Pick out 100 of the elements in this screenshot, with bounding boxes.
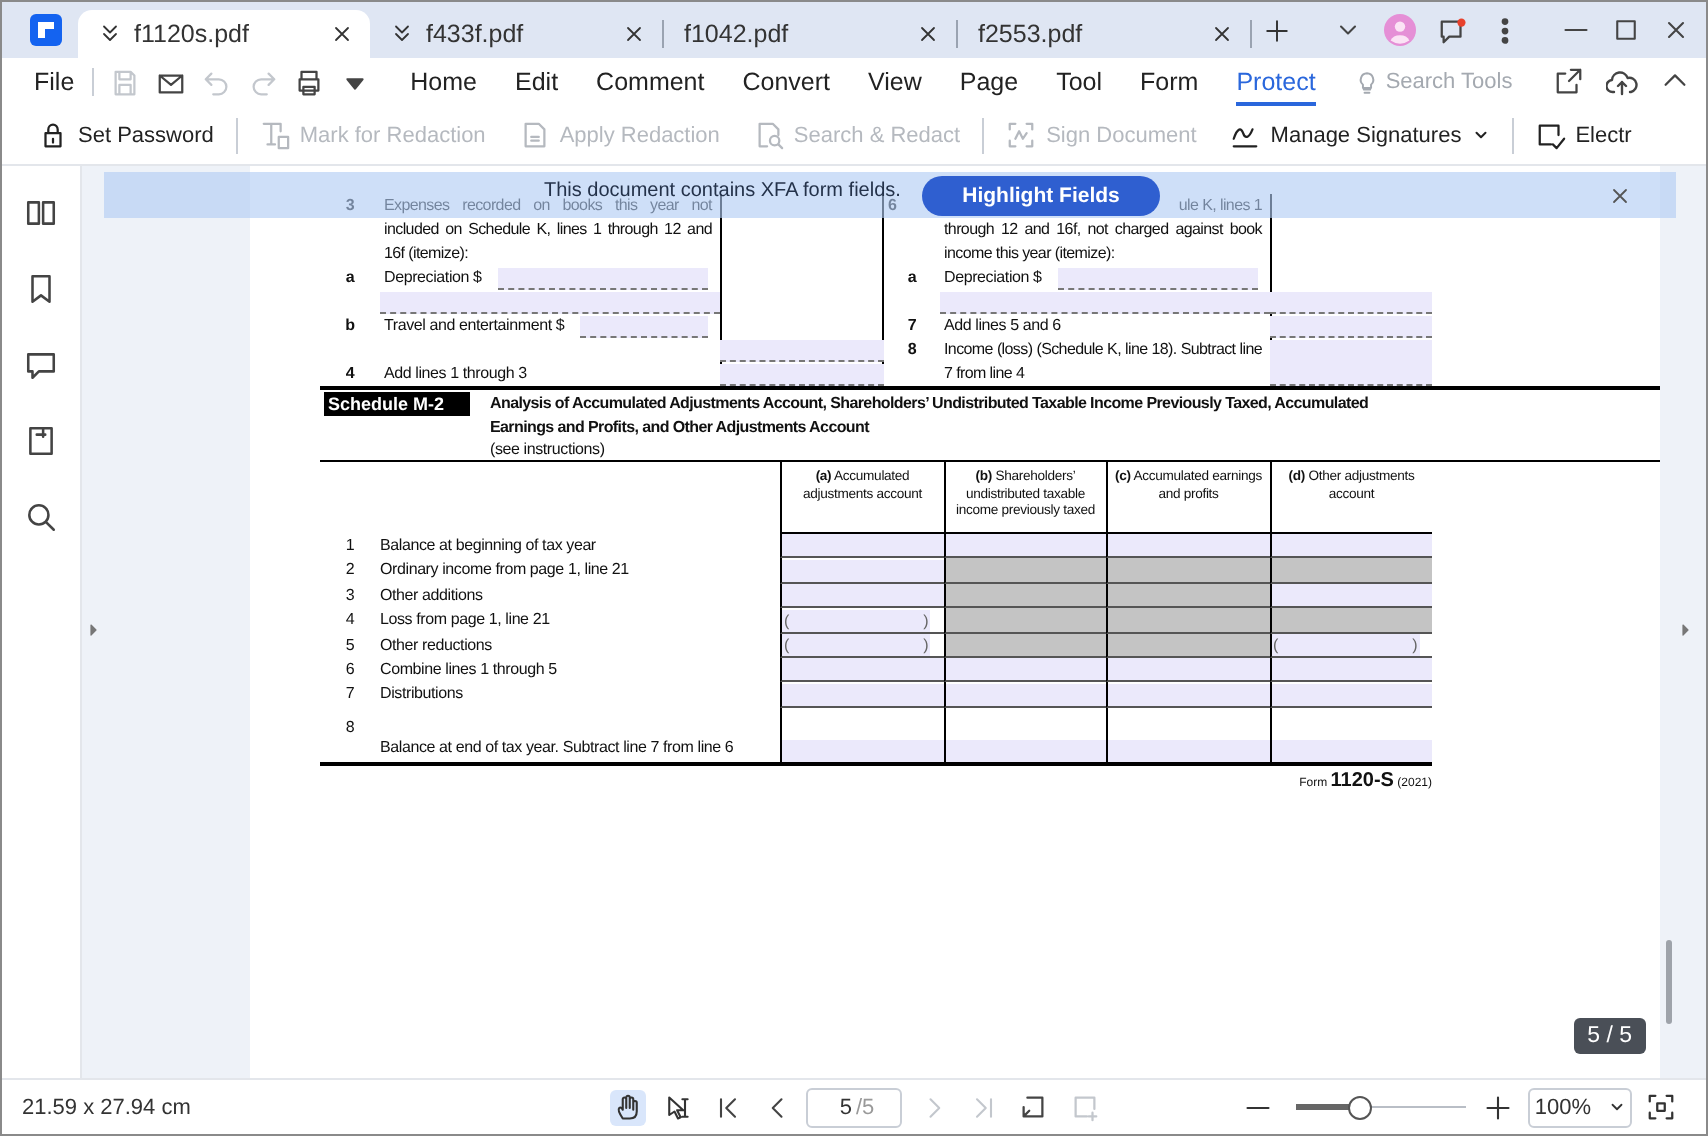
input-field[interactable] [1108, 534, 1269, 557]
input-field[interactable] [1271, 683, 1432, 706]
chevron-icon[interactable] [98, 22, 122, 46]
line-number: 7 [343, 682, 357, 707]
input-field[interactable] [1271, 584, 1432, 607]
close-icon[interactable] [1662, 16, 1690, 44]
highlight-fields-button[interactable]: Highlight Fields [922, 175, 1160, 215]
input-field[interactable] [945, 683, 1106, 706]
input-field[interactable]: ( ) [1271, 633, 1420, 656]
comment-icon[interactable] [24, 348, 58, 382]
form-label: Balance at end of tax year. Subtract line 7 from line 6 [380, 736, 736, 761]
input-field[interactable] [940, 292, 1270, 314]
cloud-upload-icon[interactable] [1606, 66, 1638, 98]
zoom-slider[interactable] [1296, 1095, 1466, 1119]
print-icon[interactable] [294, 67, 325, 97]
close-icon[interactable] [1608, 183, 1632, 207]
input-field[interactable] [1270, 292, 1432, 314]
app-logo[interactable] [30, 14, 62, 46]
input-field[interactable] [945, 534, 1106, 557]
input-field[interactable] [1108, 739, 1269, 762]
form-label: Add lines 1 through 3 [382, 362, 529, 386]
input-field[interactable] [1271, 739, 1432, 762]
scrollbar-thumb[interactable] [1666, 940, 1672, 1024]
input-field[interactable] [1108, 658, 1269, 681]
input-field[interactable] [945, 658, 1106, 681]
expand-right-icon[interactable] [1678, 622, 1694, 638]
slider-thumb[interactable] [1348, 1095, 1373, 1119]
close-icon[interactable] [1210, 22, 1234, 46]
thumbnails-icon[interactable] [24, 196, 58, 230]
menu-item[interactable]: Home [410, 58, 477, 106]
lock-icon[interactable] [38, 120, 68, 150]
document-check-icon[interactable] [1535, 120, 1566, 150]
line-number: b [343, 314, 357, 338]
toolbar-button[interactable]: Set Password [38, 111, 214, 159]
notification-icon[interactable] [1438, 15, 1468, 45]
input-field[interactable] [782, 658, 943, 681]
input-field[interactable] [1108, 683, 1269, 706]
menu-item[interactable]: Tool [1056, 58, 1103, 106]
zoom-select[interactable]: 100% [1528, 1087, 1632, 1127]
input-field[interactable] [1057, 268, 1258, 290]
page-rotate-icon[interactable] [1018, 1092, 1048, 1122]
input-field[interactable] [580, 316, 708, 338]
caret-icon[interactable] [1471, 126, 1490, 144]
tab[interactable]: f2553.pdf [958, 10, 1250, 58]
input-field[interactable] [1270, 316, 1432, 338]
input-field[interactable] [782, 559, 943, 582]
input-field[interactable] [720, 340, 884, 362]
input-field[interactable] [720, 364, 884, 386]
search-field[interactable]: Search Tools [1385, 70, 1534, 94]
input-field[interactable] [497, 268, 708, 290]
input-field[interactable] [782, 584, 943, 607]
menu-item[interactable]: Form [1140, 58, 1199, 106]
file-menu[interactable]: File [34, 68, 75, 96]
section-note: (see instructions) [490, 440, 607, 460]
fit-page-icon[interactable] [1646, 1092, 1676, 1122]
form-label: Other additions [380, 583, 485, 608]
line-number: 3 [343, 194, 357, 218]
close-icon[interactable] [916, 22, 940, 46]
tab[interactable]: f433f.pdf [370, 10, 662, 58]
zoom-in-icon[interactable] [1484, 1093, 1512, 1121]
input-field[interactable] [1271, 658, 1432, 681]
menu-item[interactable]: Page [959, 58, 1019, 106]
close-icon[interactable] [622, 22, 646, 46]
form-label: Travel and entertainment $ [384, 314, 565, 338]
input-field[interactable] [945, 739, 1106, 762]
new-tab-icon[interactable] [1264, 17, 1290, 43]
tab[interactable]: f1042.pdf [664, 10, 956, 58]
input-field[interactable] [1271, 534, 1432, 557]
menu-item[interactable]: Edit [515, 58, 559, 106]
caret-icon[interactable] [1607, 1098, 1626, 1116]
input-field[interactable] [782, 683, 943, 706]
input-field[interactable]: ( ) [782, 609, 931, 632]
first-page-icon[interactable] [714, 1093, 742, 1121]
input-field[interactable] [1270, 340, 1432, 386]
page-size: 21.59 x 27.94 cm [20, 1095, 193, 1119]
input-field[interactable] [782, 739, 943, 762]
menu-item[interactable]: Comment [596, 58, 705, 106]
maximize-icon[interactable] [1612, 16, 1640, 44]
close-icon[interactable] [330, 22, 354, 46]
expand-left-icon[interactable] [86, 622, 102, 638]
form-label: Depreciation $ [384, 266, 482, 290]
chevron-icon[interactable] [390, 22, 414, 46]
share-icon[interactable] [1554, 66, 1584, 96]
menu-item[interactable]: View [868, 58, 922, 106]
page-icon[interactable] [24, 424, 58, 458]
menu-item[interactable]: Convert [742, 58, 831, 106]
input-field[interactable]: ( ) [782, 633, 931, 656]
form-label: Balance at beginning of tax year [380, 534, 598, 558]
search-icon[interactable] [24, 500, 58, 534]
input-field[interactable] [782, 534, 943, 557]
page-badge: 5 / 5 [1573, 1018, 1646, 1054]
tab[interactable]: f1120s.pdf [78, 10, 370, 58]
line-number: 5 [343, 633, 357, 658]
line-number: 7 [905, 314, 919, 338]
line-number: 6 [888, 196, 897, 218]
toolbar-button[interactable]: Electr [1535, 111, 1632, 159]
toolbar-button[interactable]: Manage Signatures [1230, 111, 1490, 159]
input-field[interactable] [380, 292, 720, 314]
form-label: Other reductions [380, 633, 494, 658]
form-label: Combine lines 1 through 5 [380, 657, 559, 682]
